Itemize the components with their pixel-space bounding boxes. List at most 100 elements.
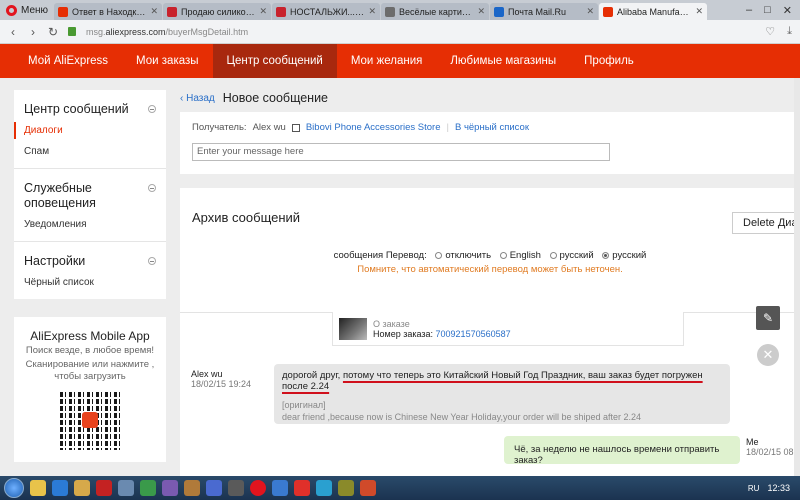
url-prefix: msg. [86, 26, 106, 37]
browser-tab[interactable]: НОСТАЛЬЖИ... или как н ✕ [272, 3, 381, 20]
opera-menu-button[interactable]: Меню [0, 0, 54, 20]
nav-my-orders[interactable]: Мои заказы [122, 44, 212, 78]
app-icon[interactable] [338, 480, 354, 496]
qr-code-image[interactable] [60, 389, 120, 450]
media-player-icon[interactable] [52, 480, 68, 496]
app-icon[interactable] [360, 480, 376, 496]
main-navigation: Мой AliExpress Мои заказы Центр сообщени… [0, 44, 800, 78]
bookmark-heart-icon[interactable]: ♡ [765, 25, 775, 38]
nav-favorite-stores[interactable]: Любимые магазины [436, 44, 570, 78]
me-date: 18/02/15 08 [746, 447, 794, 457]
system-tray: RU 12:33 [748, 483, 800, 493]
mobile-app-title: AliExpress Mobile App [30, 328, 150, 343]
radio-russian-selected[interactable] [602, 252, 610, 259]
language-indicator[interactable]: RU [748, 484, 760, 493]
yandex-icon[interactable] [294, 480, 310, 496]
translated-text: дорогой друг, потому что теперь это Кита… [282, 370, 722, 392]
recipient-label: Получатель: [192, 122, 247, 133]
acrobat-icon[interactable] [96, 480, 112, 496]
message-input[interactable]: Enter your message here [192, 143, 610, 161]
sidebar-section-title: Служебные оповещения [24, 181, 156, 212]
app-icon[interactable] [206, 480, 222, 496]
delete-dialog-button[interactable]: Delete Диа [732, 212, 800, 234]
minimize-icon[interactable]: – [746, 4, 752, 16]
nav-my-aliexpress[interactable]: Мой AliExpress [14, 44, 122, 78]
close-circle-icon[interactable]: ✕ [757, 344, 779, 366]
translation-settings: сообщения Перевод: отключить English рус… [180, 250, 800, 275]
start-button[interactable] [4, 478, 24, 498]
sidebar-item-notifications[interactable]: Уведомления [24, 216, 156, 233]
radio-english[interactable] [499, 252, 507, 259]
order-card[interactable]: О заказе Номер заказа: 700921570560587 [332, 312, 684, 346]
download-icon[interactable]: ⤓ [787, 25, 792, 38]
back-arrow-icon[interactable]: ‹ [8, 25, 18, 39]
tab-favicon-icon [58, 6, 69, 17]
maximize-icon[interactable]: □ [764, 4, 771, 16]
explorer-icon[interactable] [30, 480, 46, 496]
me-label: Me [746, 437, 759, 447]
tab-close-icon[interactable]: ✕ [259, 6, 267, 17]
nav-profile[interactable]: Профиль [570, 44, 648, 78]
sidebar-item-dialogs[interactable]: Диалоги [14, 121, 156, 139]
tab-close-icon[interactable]: ✕ [150, 6, 158, 17]
browser-tab[interactable]: Весёлые картинки 4 - Ст✕ [381, 3, 490, 20]
nav-message-center[interactable]: Центр сообщений [212, 44, 337, 78]
store-link[interactable]: Bibovi Phone Accessories Store [306, 122, 441, 133]
sidebar-item-spam[interactable]: Спам [24, 143, 156, 160]
clock[interactable]: 12:33 [767, 483, 790, 493]
mobile-app-text: Поиск везде, в любое время! [25, 344, 155, 356]
radio-russian[interactable] [549, 252, 557, 259]
new-message-panel: ‹ Назад Новое сообщение Получатель: Alex… [180, 84, 800, 174]
order-number-link[interactable]: 700921570560587 [436, 329, 511, 339]
collapse-icon[interactable] [148, 183, 156, 192]
original-label: [оригинал] [282, 400, 326, 410]
option-russian-label: русский [612, 250, 647, 261]
edit-pencil-icon[interactable]: ✎ [756, 306, 780, 330]
reload-icon[interactable]: ↻ [48, 25, 58, 39]
blacklist-link[interactable]: В чёрный список [455, 122, 529, 133]
nav-wishlist[interactable]: Мои желания [337, 44, 437, 78]
radio-off[interactable] [435, 252, 443, 259]
windows-taskbar: RU 12:33 [0, 476, 800, 500]
sidebar: Центр сообщений Диалоги Спам Служебные о… [14, 90, 166, 462]
aliexpress-logo-icon [82, 411, 98, 428]
recipient-name: Alex wu [252, 122, 286, 133]
url-field[interactable]: msg.aliexpress.com/buyerMsgDetail.htm [86, 27, 755, 37]
app-icon[interactable] [316, 480, 332, 496]
file-manager-icon[interactable] [74, 480, 90, 496]
translated-text-underlined: потому что теперь это Китайский Новый Го… [282, 370, 703, 392]
translation-label: сообщения Перевод: [333, 250, 427, 261]
collapse-icon[interactable] [148, 105, 156, 113]
collapse-icon[interactable] [148, 256, 156, 265]
browser-tab[interactable]: Почта Mail.Ru ✕ [490, 3, 599, 20]
tab-close-icon[interactable]: ✕ [586, 6, 594, 17]
scrollbar[interactable] [794, 78, 800, 476]
floating-tools: ✎ ✕ [756, 306, 780, 366]
tab-title: НОСТАЛЬЖИ... или как н [290, 6, 364, 17]
tab-close-icon[interactable]: ✕ [695, 6, 703, 17]
app-icon[interactable] [228, 480, 244, 496]
tab-favicon-icon [494, 6, 505, 17]
browser-tab-active[interactable]: Alibaba Manufacturer Dir✕ [599, 3, 708, 20]
browser-tab[interactable]: Ответ в Находки у заруб ✕ [54, 3, 163, 20]
store-icon [291, 123, 300, 132]
forward-arrow-icon[interactable]: › [28, 25, 38, 39]
translated-text-start: дорогой друг, [282, 370, 343, 381]
opera-icon[interactable] [250, 480, 266, 496]
service-title: Служебные оповещения [24, 180, 96, 211]
browser-tab[interactable]: Продаю силиконовые п✕ [163, 3, 272, 20]
tab-title: Весёлые картинки 4 - Ст [399, 6, 474, 17]
sidebar-item-blacklist[interactable]: Чёрный список [24, 274, 156, 291]
tab-close-icon[interactable]: ✕ [368, 6, 376, 17]
app-icon[interactable] [184, 480, 200, 496]
mobile-app-promo: AliExpress Mobile App Поиск везде, в люб… [14, 316, 166, 462]
back-link[interactable]: ‹ Назад [180, 93, 215, 104]
app-icon[interactable] [140, 480, 156, 496]
app-icon[interactable] [118, 480, 134, 496]
tab-close-icon[interactable]: ✕ [477, 6, 485, 17]
close-window-icon[interactable]: ✕ [783, 4, 792, 17]
my-message-info: Me 18/02/15 08 [746, 437, 794, 457]
app-icon[interactable] [272, 480, 288, 496]
product-thumbnail[interactable] [339, 317, 367, 340]
app-icon[interactable] [162, 480, 178, 496]
